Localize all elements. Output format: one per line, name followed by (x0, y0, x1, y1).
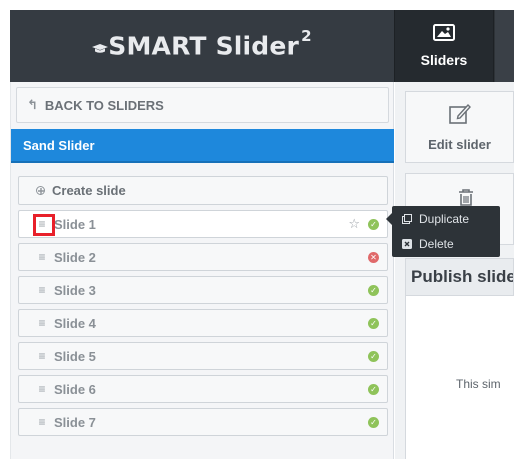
smart-slider-logo: SMART Slider 2 (92, 27, 312, 61)
slide-row[interactable]: ≡ Slide 3 ✓ (18, 276, 388, 304)
delete-label: Delete (419, 236, 454, 251)
slide-row[interactable]: ≡ Slide 4 ✓ (18, 309, 388, 337)
star-icon[interactable]: ☆ (348, 216, 360, 232)
published-check-icon[interactable]: ✓ (368, 219, 379, 230)
slide-label: Slide 5 (54, 348, 96, 364)
slide-row[interactable]: ≡ Slide 6 ✓ (18, 375, 388, 403)
drag-handle-icon[interactable]: ≡ (33, 415, 51, 429)
drag-handle-icon[interactable]: ≡ (33, 250, 51, 264)
back-arrow-icon: ↰ (27, 97, 38, 112)
publish-description: This sim (456, 377, 501, 391)
slide-row[interactable]: ≡ Slide 7 ✓ (18, 408, 388, 436)
unpublished-x-icon[interactable]: ✕ (368, 252, 379, 263)
duplicate-label: Duplicate (419, 211, 470, 226)
back-to-sliders-label: BACK TO SLIDERS (44, 97, 164, 113)
duplicate-icon (402, 213, 412, 224)
published-check-icon[interactable]: ✓ (368, 351, 379, 362)
slider-title-bar[interactable]: Sand Slider (11, 129, 394, 163)
publish-slide-title: Publish slide (411, 267, 514, 286)
published-check-icon[interactable]: ✓ (368, 318, 379, 329)
nav-sliders-label: Sliders (420, 52, 468, 68)
back-to-sliders-button[interactable]: ↰ BACK TO SLIDERS (16, 87, 389, 123)
slide-row[interactable]: ≡ Slide 2 ✕ (18, 243, 388, 271)
slide-label: Slide 2 (54, 249, 96, 265)
edit-slider-label: Edit slider (428, 137, 491, 152)
drag-handle-icon[interactable]: ≡ (33, 283, 51, 297)
published-check-icon[interactable]: ✓ (368, 417, 379, 428)
publish-slide-heading: Publish slide (405, 258, 514, 296)
edit-icon (448, 102, 472, 129)
slide-label: Slide 7 (54, 414, 96, 430)
create-slide-button[interactable]: Create slide (18, 176, 388, 205)
plus-circle-icon (36, 186, 45, 195)
published-check-icon[interactable]: ✓ (368, 285, 379, 296)
graduation-cap-icon (92, 31, 109, 53)
nav-sliders-button[interactable]: Sliders (394, 10, 494, 82)
slide-label: Slide 6 (54, 381, 96, 397)
slide-row[interactable]: ≡ Slide 5 ✓ (18, 342, 388, 370)
drag-handle-icon[interactable]: ≡ (33, 382, 51, 396)
slide-row[interactable]: ≡ Slide 1 ☆ ✓ (18, 210, 388, 238)
slider-actions-panel: Edit slider Publish slide This sim (395, 82, 514, 459)
slide-context-menu: Duplicate Delete (386, 206, 500, 257)
edit-slider-button[interactable]: Edit slider (405, 91, 514, 163)
slider-name: Sand Slider (23, 137, 95, 153)
published-check-icon[interactable]: ✓ (368, 384, 379, 395)
slide-label: Slide 1 (54, 216, 96, 232)
nav-next-item[interactable] (495, 10, 514, 82)
logo-text: SMART Slider (108, 31, 300, 61)
duplicate-menu-item[interactable]: Duplicate (392, 206, 500, 231)
slide-label: Slide 4 (54, 315, 96, 331)
create-slide-label: Create slide (52, 183, 126, 198)
logo-superscript: 2 (301, 27, 312, 46)
highlight-box (33, 214, 55, 236)
image-icon (433, 24, 455, 46)
logo-area: SMART Slider 2 (10, 10, 394, 82)
delete-menu-item[interactable]: Delete (392, 231, 500, 256)
drag-handle-icon[interactable]: ≡ (33, 349, 51, 363)
slide-list: ≡ Slide 1 ☆ ✓ ≡ Slide 2 ✕ ≡ Slide 3 ✓ ≡ … (18, 210, 388, 441)
slide-label: Slide 3 (54, 282, 96, 298)
delete-x-icon (402, 238, 412, 249)
top-header: SMART Slider 2 Sliders (10, 10, 514, 82)
slides-sidebar: ↰ BACK TO SLIDERS Sand Slider Create sli… (10, 82, 394, 459)
drag-handle-icon[interactable]: ≡ (33, 316, 51, 330)
